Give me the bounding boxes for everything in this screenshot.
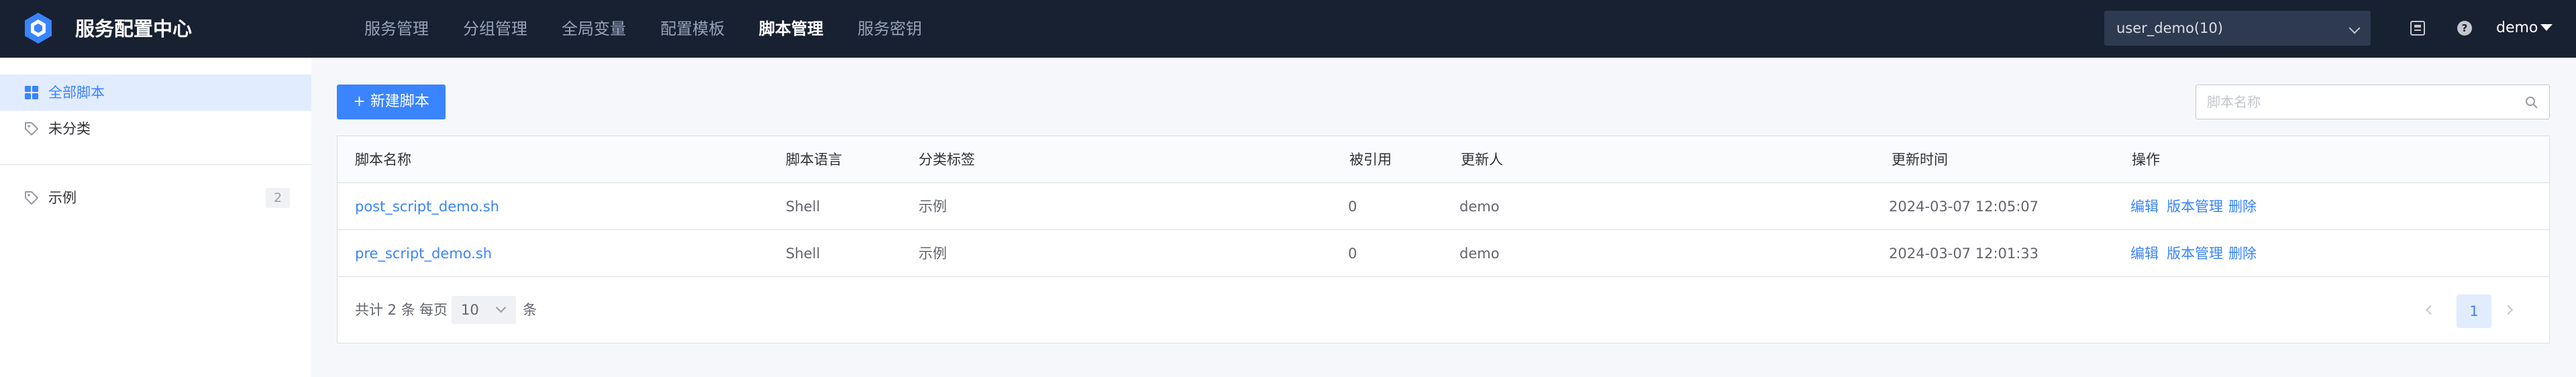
table-row: post_script_demo.sh Shell 示例 0 demo 2024… [338, 183, 2549, 230]
script-updater: demo [1459, 199, 1500, 215]
app-title: 服务配置中心 [75, 17, 193, 40]
help-icon[interactable]: ? [2456, 19, 2473, 37]
script-table: 脚本名称 脚本语言 分类标签 被引用 更新人 更新时间 操作 post_scri… [337, 136, 2550, 343]
script-language: Shell [786, 246, 821, 262]
business-select[interactable]: user_demo(10) [2104, 11, 2371, 46]
pagination-current-page[interactable]: 1 [2457, 294, 2491, 328]
script-tag: 示例 [919, 246, 947, 262]
nav-item-script-management[interactable]: 脚本管理 [759, 15, 823, 43]
top-navigation-bar: 服务配置中心 服务管理 分组管理 全局变量 配置模板 脚本管理 服务密钥 use… [0, 0, 2576, 58]
delete-button[interactable]: 删除 [2228, 197, 2257, 217]
script-language: Shell [786, 199, 821, 215]
sidebar-item-all-scripts[interactable]: 全部脚本 [0, 74, 311, 111]
nav-item-group-management[interactable]: 分组管理 [463, 15, 527, 43]
table-row: pre_script_demo.sh Shell 示例 0 demo 2024-… [338, 230, 2549, 277]
script-references: 0 [1348, 246, 1357, 262]
sidebar-tag-label: 示例 [48, 190, 76, 206]
script-updater: demo [1459, 246, 1500, 262]
nav-item-global-variables[interactable]: 全局变量 [562, 15, 626, 43]
sidebar-tag-example[interactable]: 示例 2 [0, 180, 311, 216]
search-icon[interactable] [2525, 96, 2538, 109]
script-tag: 示例 [919, 199, 947, 215]
nav-item-service-management[interactable]: 服务管理 [364, 15, 429, 43]
nav-item-service-keys[interactable]: 服务密钥 [858, 15, 922, 43]
pagination-unit: 条 [523, 302, 537, 318]
tag-icon [25, 191, 38, 205]
page-size-value: 10 [461, 302, 479, 318]
column-header-name: 脚本名称 [355, 152, 411, 168]
nav-item-config-templates[interactable]: 配置模板 [660, 15, 725, 43]
release-notes-icon[interactable] [2409, 19, 2426, 37]
chevron-left-icon[interactable] [2425, 305, 2436, 315]
chevron-down-icon [495, 302, 507, 313]
business-select-value: user_demo(10) [2116, 20, 2223, 36]
column-header-language: 脚本语言 [786, 152, 842, 168]
tag-icon [25, 122, 38, 136]
table-header: 脚本名称 脚本语言 分类标签 被引用 更新人 更新时间 操作 [338, 136, 2549, 183]
script-updated-at: 2024-03-07 12:05:07 [1889, 199, 2039, 215]
pagination-per-page-label: 每页 [419, 302, 448, 318]
script-references: 0 [1348, 199, 1357, 215]
column-header-updated-at: 更新时间 [1892, 152, 1948, 168]
new-script-button[interactable]: + 新建脚本 [337, 85, 446, 119]
script-updated-at: 2024-03-07 12:01:33 [1889, 246, 2039, 262]
chevron-down-icon [2349, 22, 2361, 34]
script-name-link[interactable]: post_script_demo.sh [355, 197, 499, 217]
edit-button[interactable]: 编辑 [2130, 244, 2159, 264]
sidebar-item-uncategorized[interactable]: 未分类 [0, 111, 311, 147]
page-size-select[interactable]: 10 [452, 296, 516, 324]
pagination-total: 共计 2 条 [355, 302, 415, 318]
column-header-tag: 分类标签 [919, 152, 975, 168]
edit-button[interactable]: 编辑 [2130, 197, 2159, 217]
caret-down-icon[interactable] [2540, 24, 2553, 31]
script-name-link[interactable]: pre_script_demo.sh [355, 244, 492, 264]
user-menu[interactable]: demo [2496, 17, 2538, 39]
chevron-right-icon[interactable] [2503, 305, 2514, 315]
delete-button[interactable]: 删除 [2228, 244, 2257, 264]
column-header-updater: 更新人 [1461, 152, 1503, 168]
column-header-actions: 操作 [2132, 152, 2160, 168]
sidebar-tag-count: 2 [266, 188, 290, 208]
svg-text:?: ? [2462, 22, 2468, 34]
sidebar-item-label: 全部脚本 [48, 85, 105, 101]
sidebar-item-label: 未分类 [48, 121, 91, 137]
search-input[interactable] [2207, 92, 2502, 112]
sidebar: 全部脚本 未分类 示例 2 [0, 58, 311, 377]
search-box[interactable] [2196, 85, 2550, 119]
version-management-button[interactable]: 版本管理 [2167, 197, 2223, 217]
grid-icon [25, 86, 38, 99]
sidebar-divider [0, 164, 311, 165]
column-header-references: 被引用 [1349, 152, 1392, 168]
hexagon-logo-icon[interactable] [24, 12, 52, 44]
version-management-button[interactable]: 版本管理 [2167, 244, 2223, 264]
